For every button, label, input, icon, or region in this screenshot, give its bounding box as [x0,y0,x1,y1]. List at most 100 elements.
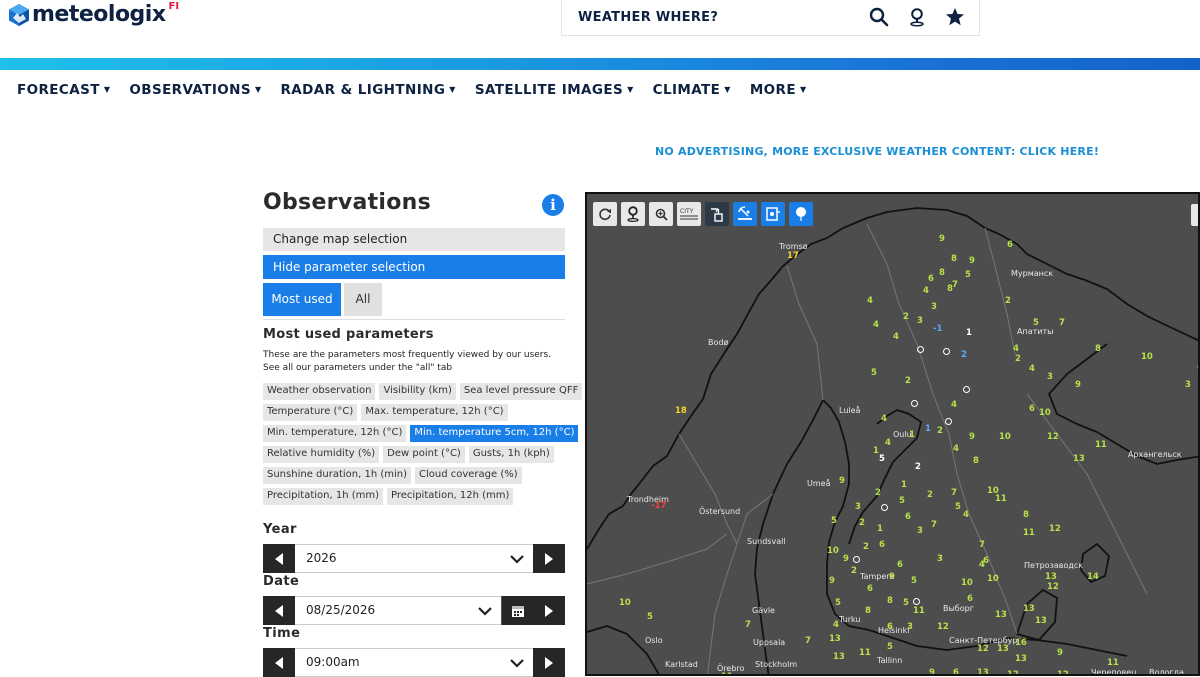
obs-value[interactable]: 7 [979,540,985,550]
obs-value[interactable]: 2 [859,518,865,528]
param-chip[interactable]: Cloud coverage (%) [415,467,522,484]
obs-value[interactable]: 9 [889,572,895,582]
obs-value[interactable]: 8 [951,254,957,264]
obs-value[interactable]: 11 [1095,440,1107,450]
nav-observations[interactable]: OBSERVATIONS ▼ [129,82,261,102]
promo-link[interactable]: NO ADVERTISING, MORE EXCLUSIVE WEATHER C… [655,145,1099,158]
year-prev-button[interactable] [263,544,295,573]
param-chip[interactable]: Precipitation, 1h (mm) [263,488,384,505]
obs-value[interactable]: 10 [999,432,1011,442]
search-label[interactable]: WEATHER WHERE? [578,10,718,25]
obs-value[interactable]: 8 [973,456,979,466]
obs-value[interactable]: 5 [887,642,893,652]
obs-value[interactable]: 4 [833,620,839,630]
obs-value[interactable]: 13 [1045,572,1057,582]
obs-value[interactable]: 5 [1033,318,1039,328]
obs-value[interactable]: 3 [1185,380,1191,390]
obs-value[interactable]: 11 [995,494,1007,504]
obs-value[interactable]: 11 [721,672,733,674]
calendar-button[interactable] [501,596,533,625]
param-chip-selected[interactable]: Min. temperature 5cm, 12h (°C) [410,425,579,442]
obs-value[interactable]: 9 [939,234,945,244]
obs-value[interactable]: 7 [1059,318,1065,328]
obs-value[interactable]: 4 [873,320,879,330]
obs-value[interactable]: 9 [1075,380,1081,390]
obs-value[interactable]: 13 [1073,454,1085,464]
obs-value[interactable]: 13 [995,610,1007,620]
obs-value[interactable]: 2 [937,426,943,436]
obs-value[interactable]: 2 [1005,296,1011,306]
obs-value[interactable]: 13 [977,668,989,674]
obs-value[interactable]: 10 [619,598,631,608]
obs-value[interactable]: 6 [953,668,959,674]
obs-value[interactable]: 2 [903,312,909,322]
obs-value[interactable]: 1 [966,328,972,338]
obs-value[interactable]: 4 [867,296,873,306]
obs-value[interactable]: 12 [1007,670,1019,674]
obs-value[interactable]: 9 [1057,648,1063,658]
tab-most-used[interactable]: Most used [263,283,341,316]
tab-all[interactable]: All [344,283,382,316]
obs-value[interactable]: 5 [955,502,961,512]
logo[interactable]: meteologix FI [8,1,179,27]
obs-value[interactable]: 6 [928,274,934,284]
traffic-button[interactable] [761,202,785,226]
param-chip[interactable]: Relative humidity (%) [263,446,380,463]
param-chip[interactable]: Dew point (°C) [383,446,465,463]
nav-satellite-images[interactable]: SATELLITE IMAGES ▼ [475,82,634,102]
obs-value[interactable]: 2 [905,376,911,386]
obs-value[interactable]: 6 [887,622,893,632]
obs-value[interactable]: 10 [961,578,973,588]
param-chip[interactable]: Sea level pressure QFF [459,383,583,400]
obs-value[interactable]: 4 [893,332,899,342]
map-side-control[interactable] [1191,204,1198,226]
location-pin-icon[interactable] [906,6,928,28]
search-icon[interactable] [868,6,890,28]
station-marker[interactable] [945,418,952,425]
station-marker[interactable] [911,400,918,407]
obs-value[interactable]: 17 [787,251,799,261]
search-box[interactable]: WEATHER WHERE? [561,0,980,36]
obs-value[interactable]: 4 [979,560,985,570]
obs-value[interactable]: 9 [843,554,849,564]
obs-value[interactable]: -17 [651,501,666,511]
obs-value[interactable]: 12 [1057,670,1069,674]
obs-value[interactable]: 8 [1095,344,1101,354]
obs-value[interactable]: 3 [917,316,923,326]
obs-value[interactable]: 3 [937,554,943,564]
obs-value[interactable]: 13 [833,652,845,662]
refresh-button[interactable] [593,202,617,226]
obs-value[interactable]: 2 [915,462,921,472]
obs-value[interactable]: 8 [865,606,871,616]
param-chip[interactable]: Precipitation, 12h (mm) [387,488,514,505]
time-prev-button[interactable] [263,648,295,677]
year-select[interactable]: 2026 [295,544,533,573]
date-prev-button[interactable] [263,596,295,625]
obs-value[interactable]: 5 [911,576,917,586]
year-next-button[interactable] [533,544,565,573]
obs-value[interactable]: 6 [867,584,873,594]
obs-value[interactable]: 9 [829,576,835,586]
nav-climate[interactable]: CLIMATE ▼ [653,82,731,102]
obs-value[interactable]: 13 [1015,654,1027,664]
obs-value[interactable]: 7 [931,520,937,530]
obs-value[interactable]: 5 [835,598,841,608]
obs-value[interactable]: 8 [939,268,945,278]
obs-value[interactable]: 5 [903,598,909,608]
obs-value[interactable]: 10 [1141,352,1153,362]
obs-value[interactable]: 7 [745,620,751,630]
time-next-button[interactable] [533,648,565,677]
param-chip[interactable]: Min. temperature, 12h (°C) [263,425,407,442]
obs-value[interactable]: 12 [937,622,949,632]
obs-value[interactable]: 4 [953,444,959,454]
obs-value[interactable]: 9 [839,476,845,486]
obs-value[interactable]: 12 [1049,524,1061,534]
param-chip[interactable]: Gusts, 1h (kph) [468,446,554,463]
obs-value[interactable]: 7 [951,488,957,498]
location-button[interactable] [621,202,645,226]
obs-value[interactable]: 12 [1047,582,1059,592]
obs-value[interactable]: 11 [913,606,925,616]
obs-value[interactable]: 13 [829,634,841,644]
obs-value[interactable]: 5 [899,496,905,506]
station-marker[interactable] [913,598,920,605]
